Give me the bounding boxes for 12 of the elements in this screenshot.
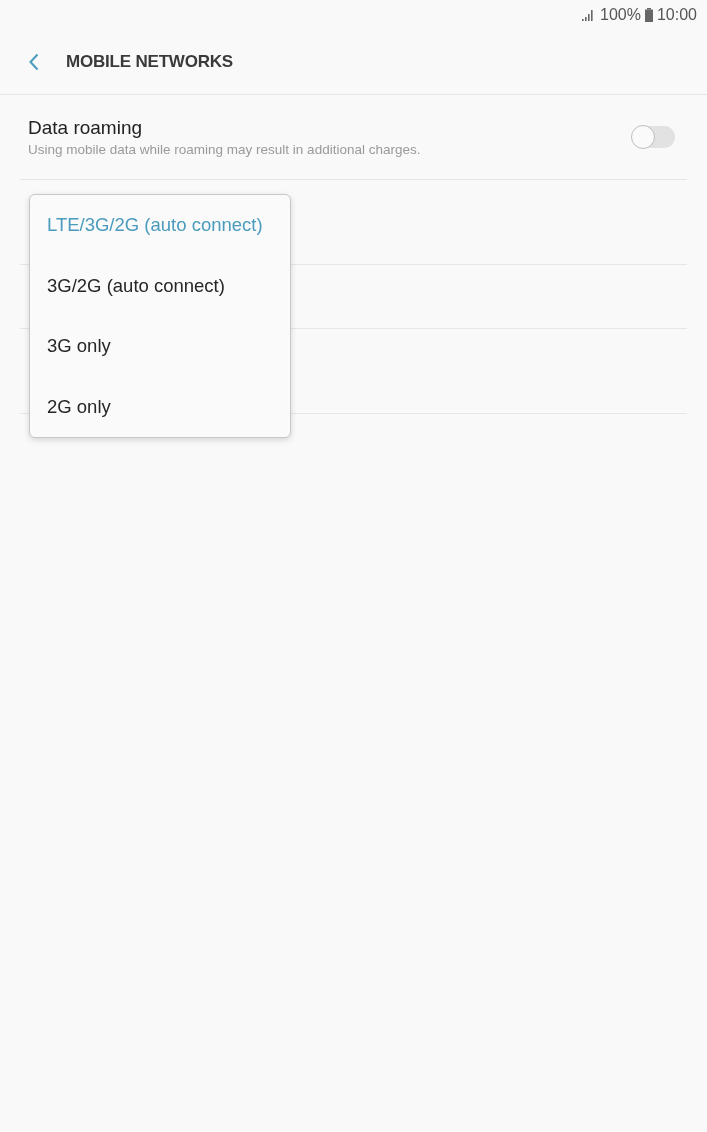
toggle-switch[interactable] xyxy=(632,126,675,148)
clock-time: 10:00 xyxy=(656,6,697,24)
battery-icon xyxy=(644,8,653,22)
setting-title: Data roaming xyxy=(28,117,144,139)
signal-icon xyxy=(582,9,595,21)
back-chevron-icon xyxy=(29,53,39,71)
setting-description: Using mobile data while roaming may result in additional charges. xyxy=(28,142,421,157)
page-title: MOBILE NETWORKS xyxy=(66,52,233,72)
menu-option[interactable]: 3G/2G (auto connect) xyxy=(30,255,290,316)
battery-percent: 100% xyxy=(600,6,641,24)
menu-option[interactable]: 3G only xyxy=(30,316,290,377)
menu-option[interactable]: 2G only xyxy=(30,376,290,437)
